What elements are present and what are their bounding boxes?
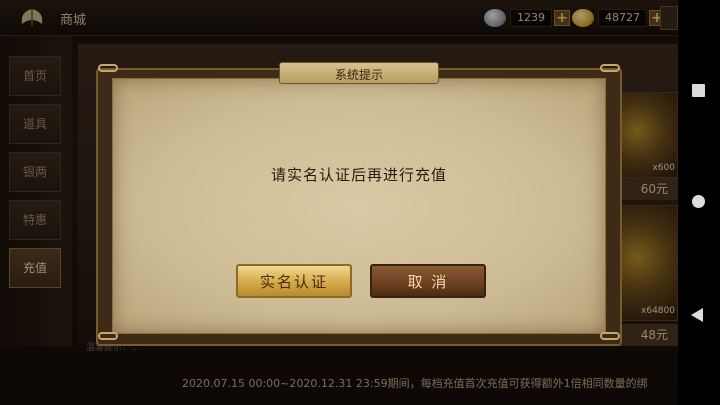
- square-icon[interactable]: [692, 84, 705, 97]
- circle-icon[interactable]: [692, 195, 705, 208]
- verify-identity-button[interactable]: 实名认证: [236, 264, 352, 298]
- dialog-title: 系统提示: [334, 68, 383, 82]
- cancel-button[interactable]: 取 消: [370, 264, 486, 298]
- dialog-body: [112, 78, 606, 334]
- ornament-icon: [600, 64, 620, 72]
- back-triangle-icon[interactable]: [691, 308, 703, 322]
- dialog-message: 请实名认证后再进行充值: [270, 166, 447, 184]
- ornament-icon: [98, 64, 118, 72]
- game-screen: 商城 1239 + 48727 + 首页 道具 银两 特惠 充值 x600 60…: [0, 0, 678, 405]
- ornament-icon: [600, 332, 620, 340]
- dialog-header: 系统提示: [279, 62, 439, 84]
- ornament-icon: [98, 332, 118, 340]
- system-dialog: 系统提示 请实名认证后再进行充值 实名认证 取 消: [96, 62, 622, 348]
